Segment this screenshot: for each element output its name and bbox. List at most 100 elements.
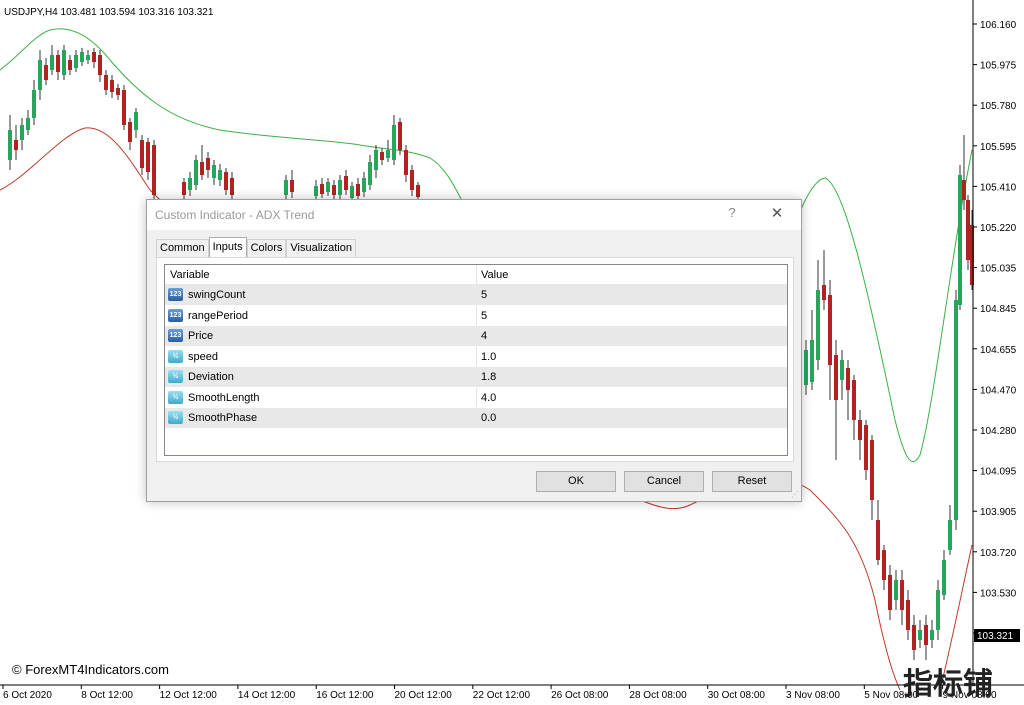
ok-button[interactable]: OK [536,471,616,492]
price-label: 105.220 [980,223,1017,234]
price-label: 104.095 [980,467,1017,478]
bearish-candle [44,65,48,80]
input-row[interactable]: 123 rangePeriod 5 [165,306,787,326]
price-label: 103.720 [980,548,1017,559]
bullish-candle [894,580,898,600]
help-icon[interactable]: ? [725,205,739,220]
bullish-candle [936,590,940,630]
bearish-candle [182,182,186,195]
bearish-candle [14,140,18,150]
bearish-candle [864,425,868,470]
variable-value[interactable]: 4.0 [481,392,496,404]
bullish-candle [840,360,844,380]
bearish-candle [870,440,874,500]
variable-name: SmoothPhase [188,412,258,424]
variable-value[interactable]: 4 [481,330,487,342]
resize-grip-icon[interactable]: ⋰ [791,490,799,499]
int-icon: 123 [168,308,183,322]
bullish-candle [74,55,78,68]
variable-name: swingCount [188,289,246,301]
input-row[interactable]: 123 swingCount 5 [165,285,787,306]
variable-value[interactable]: 0.0 [481,412,496,424]
variable-name: Deviation [188,371,234,383]
bearish-candle [356,184,360,196]
bearish-candle [98,55,102,75]
close-icon[interactable]: ✕ [767,204,787,222]
tab-common[interactable]: Common [156,239,209,257]
bullish-candle [8,130,12,160]
bearish-candle [900,580,904,610]
inputs-grid: Variable Value 123 swingCount 5 123 rangePer… [164,264,788,456]
bullish-candle [954,300,958,520]
variable-value[interactable]: 1.8 [481,371,496,383]
price-label: 105.595 [980,142,1017,153]
price-label: 105.975 [980,61,1017,72]
bearish-candle [290,180,294,192]
bearish-candle [206,158,210,170]
bullish-candle [194,160,198,185]
corner-logo: 指标铺 [903,667,993,702]
custom-indicator-dialog: Custom Indicator - ADX Trend ? ✕ Common … [146,199,802,502]
bearish-candle [398,122,402,150]
bullish-candle [362,178,366,192]
bullish-candle [942,560,946,595]
time-axis: 6 Oct 2020 8 Oct 12:00 12 Oct 12:00 14 Oct … [2,685,997,701]
input-row[interactable]: ½ Deviation 1.8 [165,367,787,388]
bullish-candle [32,90,36,118]
price-label: 105.035 [980,264,1017,275]
inputs-panel: Variable Value 123 swingCount 5 123 rangePer… [156,257,794,462]
bearish-candle [852,380,856,420]
variable-column-header[interactable]: Variable [170,269,210,281]
bearish-candle [200,162,204,175]
bullish-candle [38,60,42,90]
bullish-candle [958,175,962,305]
bearish-candle [858,420,862,440]
price-axis: 106.160 105.975 105.780 105.595 105.410 105.2… [973,20,1017,640]
variable-value[interactable]: 5 [481,310,487,322]
bearish-candle [404,150,408,175]
current-price-label: 103.321 [977,631,1014,642]
date-label: 12 Oct 12:00 [160,690,218,701]
variable-name: Price [188,330,214,342]
bearish-candle [834,355,838,400]
bullish-candle [368,162,372,185]
bearish-candle [410,170,414,190]
bullish-candle [314,186,318,196]
input-row[interactable]: ½ SmoothLength 4.0 [165,388,787,408]
bullish-candle [212,165,216,178]
bullish-candle [948,520,952,550]
date-label: 16 Oct 12:00 [316,690,374,701]
variable-value[interactable]: 1.0 [481,351,496,363]
price-label: 104.470 [980,385,1017,396]
bullish-candle [810,340,814,382]
bullish-candle [350,186,354,198]
input-row[interactable]: 123 Price 4 [165,326,787,347]
input-row[interactable]: ½ speed 1.0 [165,347,787,367]
bearish-candle [104,75,108,90]
lower-band-line [639,478,973,691]
cancel-button[interactable]: Cancel [624,471,704,492]
bullish-candle [816,290,820,360]
bearish-candle [876,520,880,560]
input-row[interactable]: ½ SmoothPhase 0.0 [165,408,787,429]
tab-visualization[interactable]: Visualization [286,239,356,257]
tab-inputs[interactable]: Inputs [208,237,247,257]
double-icon: ½ [168,370,183,383]
bearish-candle [962,180,966,200]
price-label: 105.410 [980,182,1017,193]
value-column-header[interactable]: Value [481,269,508,281]
dialog-titlebar[interactable]: Custom Indicator - ADX Trend ? ✕ [147,200,801,230]
reset-button[interactable]: Reset [712,471,792,492]
variable-value[interactable]: 5 [481,289,487,301]
date-label: 22 Oct 12:00 [473,690,531,701]
bearish-candle [56,55,60,72]
tab-colors[interactable]: Colors [246,239,287,257]
date-label: 6 Oct 2020 [3,690,52,701]
bullish-candle [326,182,330,192]
date-label: 8 Oct 12:00 [81,690,133,701]
bullish-candle [20,125,24,140]
bearish-candle [906,600,910,630]
bearish-candle [224,172,228,190]
bullish-candle [386,150,390,158]
bearish-candle [116,88,120,95]
